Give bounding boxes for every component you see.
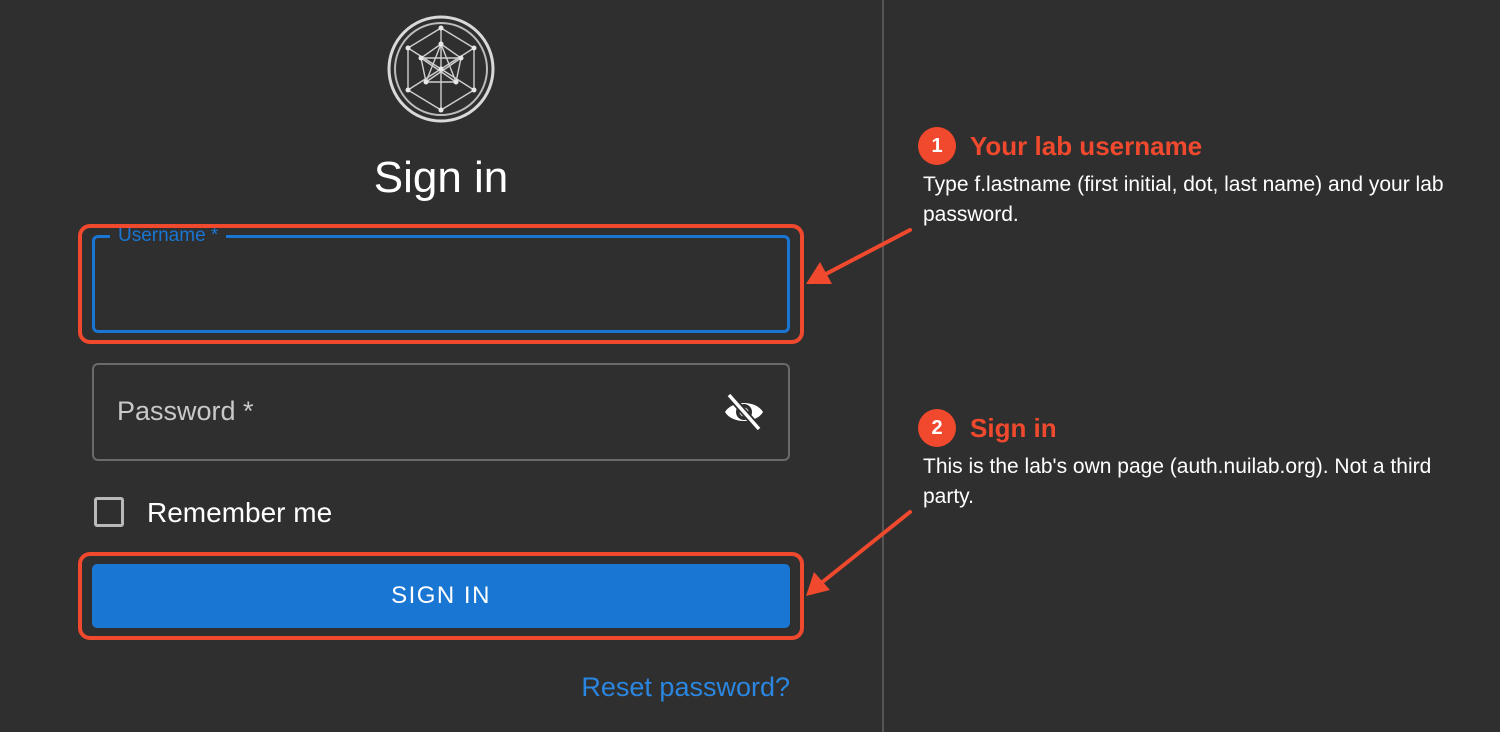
- step-description-1: Type f.lastname (first initial, dot, las…: [923, 173, 1444, 226]
- step-badge-2: 2: [918, 409, 956, 447]
- eye-slash-icon[interactable]: [722, 392, 766, 432]
- reset-password-link[interactable]: Reset password?: [581, 670, 790, 704]
- password-label: Password *: [117, 396, 254, 426]
- page: Sign in Username * Password * Remember m…: [0, 0, 1500, 732]
- step-description-2: This is the lab's own page (auth.nuilab.…: [923, 455, 1432, 508]
- step-title-2: Sign in: [970, 413, 1057, 443]
- geodesic-sphere-icon: [387, 15, 495, 123]
- sign-in-highlight-box: [78, 552, 804, 640]
- remember-me-label[interactable]: Remember me: [147, 496, 332, 530]
- username-highlight-box: [78, 224, 804, 344]
- step-badge-1: 1: [918, 127, 956, 165]
- remember-me-checkbox[interactable]: [94, 497, 124, 527]
- arrow-1-icon: [806, 228, 912, 284]
- arrow-2-icon: [806, 510, 912, 596]
- step-title-1: Your lab username: [970, 131, 1203, 161]
- divider: [882, 0, 884, 732]
- page-title: Sign in: [373, 153, 509, 202]
